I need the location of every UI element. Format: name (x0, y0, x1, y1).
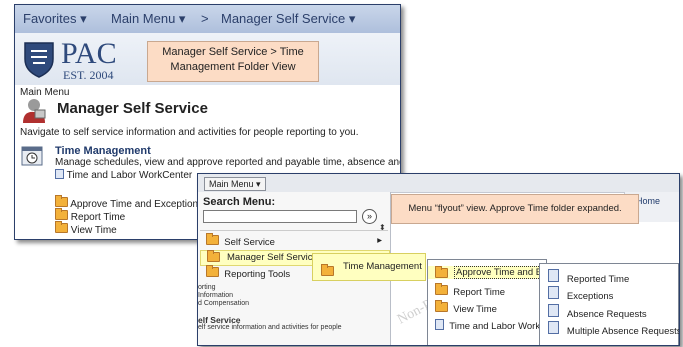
pac-logo: PAC EST. 2004 (19, 37, 119, 82)
top-bar: Main Menu ▾ (198, 174, 679, 193)
menu-item-approve-time[interactable]: Approve Time and Exce (428, 266, 559, 279)
folder-icon (207, 250, 220, 262)
folder-approve-time[interactable]: Approve Time and Exceptions (55, 195, 203, 210)
top-nav-bar: Favorites ▾ Main Menu ▾ > Manager Self S… (15, 5, 400, 33)
menu-item-reported-time[interactable]: Reported Time (548, 269, 629, 285)
menu-item-time-labor-workcenter[interactable]: Time and Labor WorkCe (435, 319, 552, 332)
search-menu-input[interactable] (203, 210, 357, 223)
folder-report-time[interactable]: Report Time (55, 208, 125, 223)
document-icon (548, 304, 559, 317)
chevron-right-icon: ▸ (377, 235, 382, 246)
main-menu[interactable]: Main Menu ▾ (111, 11, 185, 27)
folder-icon (206, 233, 219, 245)
menu-item-report-time[interactable]: Report Time (435, 283, 505, 298)
folder-icon (435, 283, 448, 295)
page-description: Navigate to self service information and… (20, 127, 359, 138)
annotation-callout: Menu “flyout” view. Approve Time folder … (391, 194, 639, 224)
folder-icon (55, 221, 68, 233)
menu-item-self-service[interactable]: Self Service ▸ (206, 233, 386, 248)
folder-icon (206, 265, 219, 277)
background-page-fragment: orting Information d Compensation elf Se… (198, 284, 342, 331)
workcenter-icon (55, 169, 64, 179)
manager-icon (23, 99, 46, 123)
flyout-view-screenshot: Main Menu ▾ Home Search Menu: » ⬍ Self S… (197, 173, 680, 346)
favorites-menu[interactable]: Favorites ▾ (23, 11, 87, 27)
document-icon (548, 286, 559, 299)
breadcrumb-separator: > (201, 11, 209, 26)
document-icon (435, 319, 444, 330)
folder-icon (55, 208, 68, 220)
annotation-callout: Manager Self Service > Time Management F… (147, 41, 319, 82)
search-go-icon[interactable]: » (362, 209, 377, 224)
flyout-time-management-items: Approve Time and Exce Report Time View T… (427, 259, 559, 345)
shield-icon (24, 42, 54, 78)
menu-item-absence-requests[interactable]: Absence Requests (548, 304, 647, 320)
folder-icon (55, 195, 68, 207)
menu-item-exceptions[interactable]: Exceptions (548, 286, 613, 302)
manager-self-service-menu[interactable]: Manager Self Service ▾ (221, 11, 355, 27)
folder-icon (435, 266, 448, 278)
menu-item-multiple-absence-requests[interactable]: Multiple Absence Requests (548, 321, 679, 337)
document-icon (548, 321, 559, 334)
time-management-link[interactable]: Time Management (55, 145, 151, 157)
flyout-approve-time-items: Reported Time Exceptions Absence Request… (539, 263, 679, 345)
folder-view-time[interactable]: View Time (55, 221, 117, 236)
search-menu-label: Search Menu: (203, 196, 276, 208)
flyout-time-management[interactable]: Time Management (312, 253, 426, 281)
logo-est: EST. 2004 (63, 68, 114, 82)
home-link[interactable]: Home (636, 196, 660, 206)
folder-icon (435, 300, 448, 312)
logo-wordmark: PAC (61, 37, 117, 70)
time-management-description: Manage schedules, view and approve repor… (55, 157, 401, 168)
time-labor-workcenter-link[interactable]: Time and Labor WorkCenter (55, 169, 192, 181)
time-management-icon (21, 146, 43, 166)
main-menu-button[interactable]: Main Menu ▾ (204, 177, 266, 191)
page-title: Manager Self Service (57, 100, 208, 117)
menu-item-view-time[interactable]: View Time (435, 300, 497, 315)
folder-icon (321, 264, 334, 276)
document-icon (548, 269, 559, 282)
divider (200, 230, 388, 231)
